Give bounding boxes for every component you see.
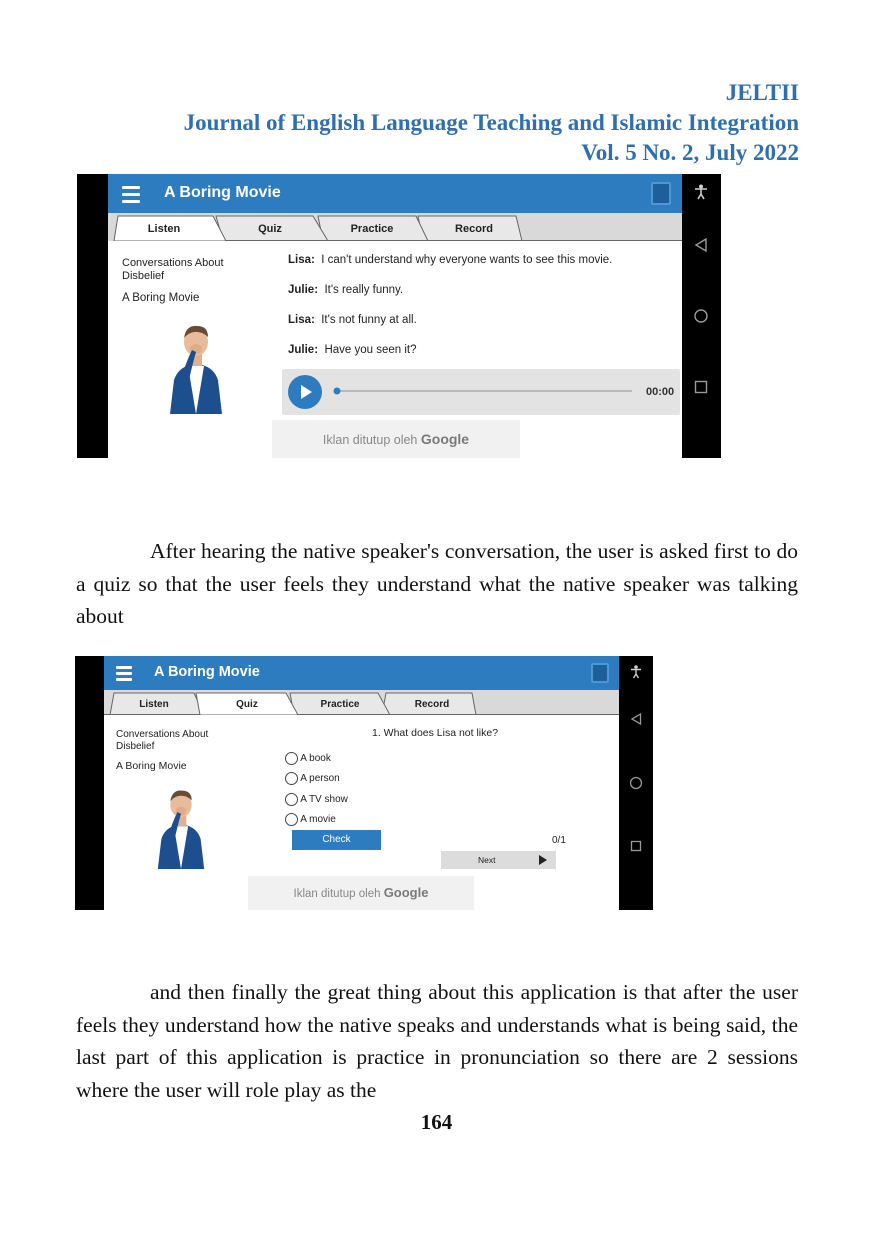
tab-listen[interactable]: Listen [119, 699, 189, 710]
accessibility-icon[interactable] [694, 184, 708, 200]
recents-icon[interactable] [694, 380, 708, 394]
audio-player: 00:00 [282, 369, 680, 415]
page-number: 164 [420, 1110, 453, 1134]
accessibility-icon[interactable] [630, 665, 642, 679]
next-button[interactable]: Next [441, 851, 556, 869]
dialog-line: Julie: Have you seen it? [288, 344, 417, 356]
dialog-line: Lisa: I can't understand why everyone wa… [288, 254, 613, 266]
dialog-line: Lisa: It's not funny at all. [288, 314, 417, 326]
screenshot-listen: A Boring Movie Listen Quiz Practice Reco… [77, 174, 721, 458]
tab-record[interactable]: Record [397, 699, 467, 710]
play-icon [301, 385, 312, 399]
quiz-option[interactable]: A person [285, 772, 340, 785]
journal-header: JELTII Journal of English Language Teach… [184, 78, 799, 168]
journal-name: Journal of English Language Teaching and… [183, 110, 799, 135]
quiz-score: 0/1 [552, 835, 566, 846]
speaker-avatar [157, 790, 205, 869]
tab-quiz[interactable]: Quiz [212, 699, 282, 710]
dialog-line: Julie: It's really funny. [288, 284, 404, 296]
quiz-option[interactable]: A book [285, 752, 331, 765]
android-nav-bar [619, 656, 653, 910]
recents-icon[interactable] [630, 840, 642, 852]
progress-track[interactable] [330, 369, 640, 415]
app-bar: A Boring Movie [108, 174, 682, 213]
sidebar-lesson[interactable]: A Boring Movie [116, 760, 187, 772]
back-icon[interactable] [694, 238, 708, 252]
body-paragraph: and then finally the great thing about t… [76, 980, 798, 1102]
menu-icon[interactable] [122, 186, 140, 203]
play-arrow-icon [539, 855, 547, 865]
speaker-avatar [170, 325, 222, 414]
ad-banner[interactable]: Iklan ditutup oleh Google [248, 876, 474, 910]
tab-strip: Listen Quiz Practice Record [108, 213, 682, 241]
sidebar-lesson[interactable]: A Boring Movie [122, 292, 199, 304]
journal-volume: Vol. 5 No. 2, July 2022 [581, 140, 799, 165]
android-nav-bar [682, 174, 721, 458]
check-button[interactable]: Check [292, 830, 381, 850]
tab-quiz[interactable]: Quiz [234, 223, 306, 235]
book-icon[interactable] [591, 663, 609, 683]
play-button[interactable] [288, 375, 322, 409]
sidebar-category[interactable]: Conversations About Disbelief [116, 729, 236, 753]
home-icon[interactable] [693, 308, 709, 324]
app-title: A Boring Movie [164, 184, 281, 201]
app-bar: A Boring Movie [104, 656, 619, 690]
body-paragraph: After hearing the native speaker's conve… [76, 539, 798, 628]
quiz-option[interactable]: A TV show [285, 793, 348, 806]
home-icon[interactable] [629, 776, 643, 790]
tab-strip: Listen Quiz Practice Record [104, 690, 619, 715]
radio-button[interactable] [285, 772, 298, 785]
google-logo: Google [383, 885, 429, 900]
menu-icon[interactable] [116, 666, 132, 681]
sidebar-category[interactable]: Conversations About Disbelief [122, 257, 252, 283]
app-title: A Boring Movie [154, 664, 260, 680]
tab-record[interactable]: Record [438, 223, 510, 235]
screenshot-quiz: A Boring Movie Listen Quiz Practice Reco… [75, 656, 653, 910]
back-icon[interactable] [630, 713, 642, 725]
quiz-question: 1. What does Lisa not like? [372, 727, 499, 739]
app-screen: A Boring Movie Listen Quiz Practice Reco… [104, 656, 619, 910]
tab-practice[interactable]: Practice [305, 699, 375, 710]
quiz-option[interactable]: A movie [285, 813, 336, 826]
ad-banner[interactable]: Iklan ditutup oleh Google [272, 420, 520, 458]
tab-practice[interactable]: Practice [336, 223, 408, 235]
tab-listen[interactable]: Listen [128, 223, 200, 235]
time-readout: 00:00 [646, 386, 675, 398]
radio-button[interactable] [285, 793, 298, 806]
journal-abbr: JELTII [725, 80, 799, 105]
google-logo: Google [420, 431, 470, 447]
radio-button[interactable] [285, 813, 298, 826]
radio-button[interactable] [285, 752, 298, 765]
book-icon[interactable] [651, 182, 671, 205]
app-screen: A Boring Movie Listen Quiz Practice Reco… [108, 174, 682, 458]
